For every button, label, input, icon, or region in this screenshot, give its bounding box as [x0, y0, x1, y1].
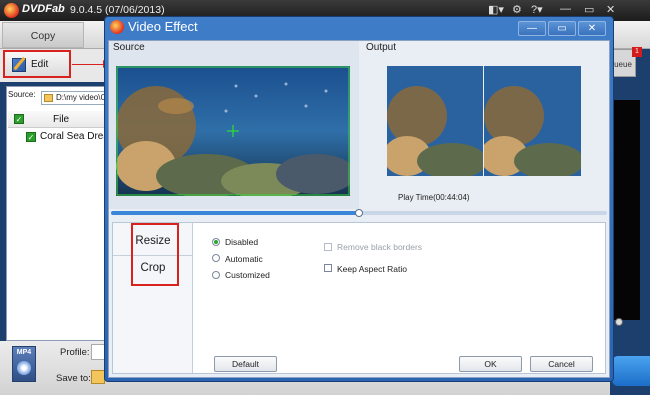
- keep-aspect-ratio-label: Keep Aspect Ratio: [337, 264, 407, 274]
- file-item-checkbox[interactable]: ✓: [26, 132, 36, 142]
- option-customized-label: Customized: [225, 270, 270, 280]
- default-button[interactable]: Default: [214, 356, 277, 372]
- main-preview: [612, 100, 640, 320]
- layout-icon[interactable]: ◧▾: [488, 3, 504, 16]
- output-video-frame-left: [387, 66, 483, 176]
- source-pane-label: Source: [113, 42, 145, 53]
- file-list-header: ✓ File: [8, 111, 110, 128]
- radio-customized[interactable]: [212, 271, 220, 279]
- save-to-folder-icon[interactable]: [91, 370, 105, 384]
- edit-button[interactable]: Edit: [3, 50, 71, 78]
- remove-black-borders-checkbox[interactable]: [324, 243, 332, 251]
- source-path-field[interactable]: D:\my video\C: [41, 91, 109, 105]
- dvdfab-logo-icon: [4, 3, 19, 18]
- edit-icon: [12, 58, 26, 72]
- source-video-frame[interactable]: [116, 66, 350, 196]
- annotation-highlight-box: [131, 223, 179, 286]
- keep-aspect-ratio-checkbox[interactable]: [324, 264, 332, 272]
- queue-count-badge: 1: [632, 47, 642, 57]
- output-video-frame-right: [484, 66, 581, 176]
- dialog-title: Video Effect: [128, 19, 198, 34]
- minimize-icon[interactable]: —: [560, 3, 571, 15]
- remove-black-borders-label: Remove black borders: [337, 242, 423, 252]
- radio-automatic[interactable]: [212, 254, 220, 262]
- play-time: Play Time(00:44:04): [398, 193, 470, 202]
- dialog-maximize-button[interactable]: ▭: [548, 21, 576, 36]
- option-disabled-label: Disabled: [225, 237, 259, 247]
- radio-disabled[interactable]: [212, 238, 220, 246]
- profile-label: Profile:: [60, 347, 90, 358]
- close-icon[interactable]: ✕: [606, 3, 615, 16]
- help-icon[interactable]: ?▾: [531, 3, 543, 16]
- cancel-button[interactable]: Cancel: [530, 356, 593, 372]
- app-brand: DVDFab: [22, 3, 65, 15]
- app-version: 9.0.4.5 (07/06/2013): [70, 4, 165, 16]
- ok-button[interactable]: OK: [459, 356, 522, 372]
- profile-select[interactable]: [91, 344, 105, 360]
- save-to-label: Save to:: [56, 373, 91, 384]
- source-path-text: D:\my video\C: [56, 93, 107, 102]
- tab-copy[interactable]: Copy: [2, 22, 84, 48]
- dialog-close-button[interactable]: ✕: [578, 21, 606, 36]
- source-label: Source:: [8, 90, 36, 99]
- mp4-format-icon[interactable]: MP4: [12, 346, 36, 382]
- settings-gear-icon[interactable]: ⚙: [512, 3, 522, 16]
- folder-icon: [44, 94, 53, 102]
- select-all-checkbox[interactable]: ✓: [14, 114, 24, 124]
- seek-bar-fill: [111, 211, 359, 215]
- file-column-header: File: [53, 114, 70, 125]
- dialog-minimize-button[interactable]: —: [518, 21, 546, 36]
- maximize-icon[interactable]: ▭: [584, 3, 594, 16]
- output-pane-label: Output: [366, 42, 397, 53]
- main-slider-thumb[interactable]: [615, 318, 623, 326]
- start-button[interactable]: [612, 356, 650, 386]
- seek-thumb[interactable]: [355, 209, 363, 217]
- option-automatic-label: Automatic: [225, 254, 263, 264]
- edit-button-label: Edit: [31, 59, 49, 70]
- dialog-logo-icon: [110, 20, 124, 34]
